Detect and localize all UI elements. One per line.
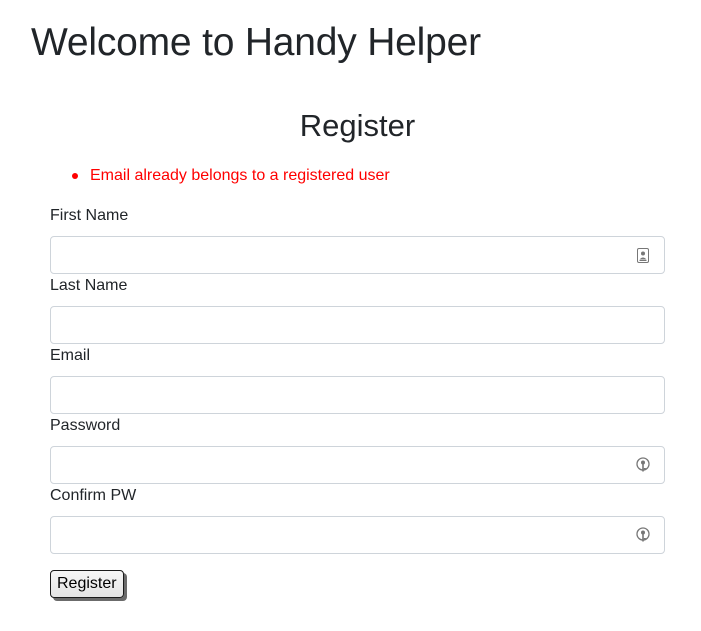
error-text: Email already belongs to a registered us… bbox=[90, 167, 390, 184]
confirm-password-input[interactable] bbox=[50, 516, 665, 554]
bullet-icon bbox=[72, 173, 78, 179]
confirm-password-label: Confirm PW bbox=[50, 487, 137, 504]
password-key-icon[interactable] bbox=[635, 457, 651, 473]
error-message: Email already belongs to a registered us… bbox=[72, 163, 390, 189]
email-label: Email bbox=[50, 347, 91, 364]
register-button[interactable]: Register bbox=[50, 570, 124, 598]
first-name-label: First Name bbox=[50, 207, 129, 224]
last-name-input[interactable] bbox=[50, 306, 665, 344]
password-key-icon[interactable] bbox=[635, 527, 651, 543]
last-name-label: Last Name bbox=[50, 277, 128, 294]
password-input[interactable] bbox=[50, 446, 665, 484]
email-input[interactable] bbox=[50, 376, 665, 414]
form-title: Register bbox=[299, 108, 416, 143]
first-name-input[interactable] bbox=[50, 236, 665, 274]
page-title: Welcome to Handy Helper bbox=[31, 21, 481, 64]
error-list: Email already belongs to a registered us… bbox=[72, 163, 390, 189]
contact-card-icon[interactable] bbox=[635, 247, 651, 263]
password-label: Password bbox=[50, 417, 121, 434]
